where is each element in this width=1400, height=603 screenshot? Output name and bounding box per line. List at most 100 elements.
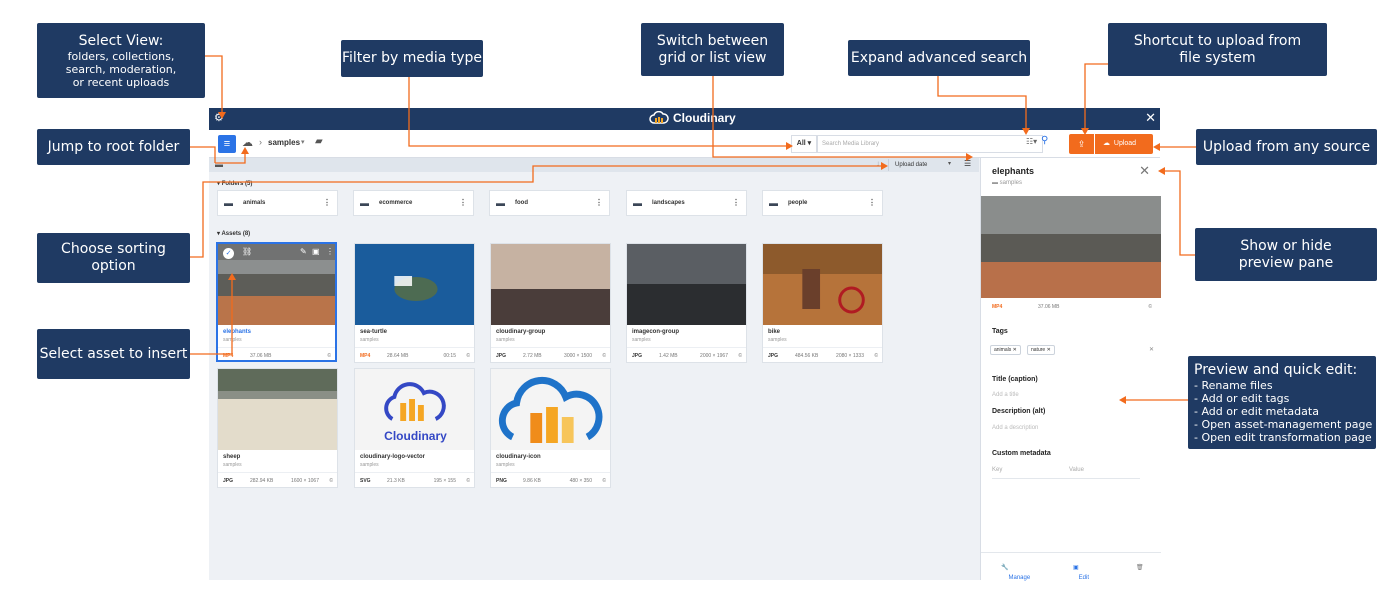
wrench-icon[interactable]: ✎ bbox=[300, 247, 307, 256]
asset-meta: JPG 1.42 MB 2000 × 1967 © bbox=[627, 347, 746, 362]
close-icon[interactable]: ✕ bbox=[1145, 110, 1156, 126]
folder-card[interactable]: ▬ ecommerce ⋮ bbox=[353, 190, 474, 216]
copy-icon[interactable]: © bbox=[874, 353, 878, 359]
upload-icon: ⇪ bbox=[1077, 139, 1086, 149]
folder-name: landscapes bbox=[652, 200, 685, 206]
asset-card-elephants[interactable]: ✓ ⛓ ✎ ▣ ⋮ elephants samples MP4 37.06 MB… bbox=[216, 242, 337, 362]
asset-dimensions: 480 × 350 bbox=[569, 478, 592, 484]
edit-button[interactable]: ▣ Edit bbox=[1073, 564, 1089, 581]
asset-format: SVG bbox=[360, 478, 371, 484]
media-type-filter[interactable]: All ▾ bbox=[791, 135, 817, 153]
folder-card[interactable]: ▬ food ⋮ bbox=[489, 190, 610, 216]
asset-card-bike[interactable]: bike samples JPG 484.56 KB 2080 × 1333 © bbox=[762, 243, 883, 363]
elephants-thumbnail bbox=[218, 244, 335, 325]
folder-card[interactable]: ▬ people ⋮ bbox=[762, 190, 883, 216]
callout-preview-pane: Show or hide preview pane bbox=[1195, 228, 1377, 281]
title-input[interactable]: Add a title bbox=[992, 392, 1019, 398]
filter-icon[interactable]: ☷▾ bbox=[1026, 137, 1037, 146]
asset-card-cloudinary-logo-vector[interactable]: Cloudinary cloudinary-logo-vector sample… bbox=[354, 368, 475, 488]
asset-card-sea-turtle[interactable]: sea-turtle samples MP4 28.64 MB 00:15 © bbox=[354, 243, 475, 363]
select-view-button[interactable]: ≡ bbox=[218, 135, 236, 153]
asset-name[interactable]: bike bbox=[768, 329, 780, 335]
manage-button[interactable]: 🔧 Manage bbox=[1001, 564, 1030, 581]
metadata-key-input[interactable]: Key bbox=[992, 467, 1002, 473]
callout-title: Preview and quick edit: bbox=[1194, 361, 1358, 378]
asset-card-cloudinary-icon[interactable]: cloudinary-icon samples PNG 9.86 KB 480 … bbox=[490, 368, 611, 488]
metadata-value-input[interactable]: Value bbox=[1069, 467, 1084, 473]
more-icon[interactable]: ⋮ bbox=[323, 198, 331, 207]
folders-header[interactable]: ▾ Folders (5) bbox=[217, 180, 252, 187]
cloud-icon[interactable]: ☁ bbox=[242, 136, 253, 149]
copy-icon[interactable]: © bbox=[1148, 304, 1152, 310]
preview-title[interactable]: elephants bbox=[992, 166, 1034, 176]
callout-text: Select asset to insert bbox=[39, 345, 188, 362]
asset-name[interactable]: sheep bbox=[223, 454, 240, 460]
sort-direction-icon[interactable]: ↓ bbox=[876, 159, 880, 168]
folder-icon[interactable]: ▬ bbox=[215, 160, 223, 169]
tag-chip[interactable]: nature ✕ bbox=[1027, 345, 1055, 355]
copy-icon[interactable]: © bbox=[466, 353, 470, 359]
folder-card[interactable]: ▬ landscapes ⋮ bbox=[626, 190, 747, 216]
cloudinary-icon-thumbnail bbox=[491, 369, 610, 450]
copy-icon[interactable]: © bbox=[602, 353, 606, 359]
asset-name[interactable]: sea-turtle bbox=[360, 329, 387, 335]
search-icon[interactable]: ⚲ bbox=[1041, 135, 1048, 146]
custom-metadata-label: Custom metadata bbox=[992, 450, 1051, 457]
chevron-down-icon[interactable]: ▾ bbox=[301, 138, 305, 146]
asset-name[interactable]: imagecon-group bbox=[632, 329, 679, 335]
callout-select-asset: Select asset to insert bbox=[37, 329, 190, 379]
more-icon[interactable]: ⋮ bbox=[732, 198, 740, 207]
asset-name[interactable]: elephants bbox=[223, 329, 251, 335]
upload-from-file-button[interactable]: ⇪ bbox=[1069, 134, 1094, 154]
description-input[interactable]: Add a description bbox=[992, 425, 1038, 431]
folder-name: ecommerce bbox=[379, 200, 413, 206]
asset-size: 484.56 KB bbox=[795, 353, 819, 359]
asset-meta: JPG 282.94 KB 1600 × 1067 © bbox=[218, 472, 337, 487]
search-input[interactable]: Search Media Library bbox=[817, 135, 1043, 153]
folder-plus-icon[interactable]: ▰ bbox=[315, 136, 323, 147]
callout-line: folders, collections, bbox=[67, 49, 175, 63]
folder-icon: ▬ bbox=[769, 198, 778, 208]
asset-card-sheep[interactable]: sheep samples JPG 282.94 KB 1600 × 1067 … bbox=[217, 368, 338, 488]
grid-list-toggle-icon[interactable]: ☰ bbox=[964, 159, 971, 168]
callout-select-view: Select View: folders, collections, searc… bbox=[37, 23, 205, 98]
more-icon[interactable]: ⋮ bbox=[326, 247, 334, 256]
close-icon[interactable]: ✕ bbox=[1139, 163, 1150, 179]
callout-text: Filter by media type bbox=[341, 50, 483, 66]
copy-icon[interactable]: © bbox=[327, 353, 331, 359]
crop-icon[interactable]: ▣ bbox=[312, 247, 320, 256]
asset-size: 37.06 MB bbox=[250, 353, 272, 359]
check-icon[interactable]: ✓ bbox=[223, 248, 234, 259]
copy-icon[interactable]: © bbox=[602, 478, 606, 484]
copy-icon[interactable]: © bbox=[466, 478, 470, 484]
more-icon[interactable]: ⋮ bbox=[868, 198, 876, 207]
folder-name: food bbox=[515, 200, 528, 206]
asset-format: PNG bbox=[496, 478, 507, 484]
gear-icon[interactable]: ⚙ bbox=[214, 111, 224, 124]
cloudinary-group-thumbnail bbox=[491, 244, 610, 325]
copy-icon[interactable]: © bbox=[738, 353, 742, 359]
chevron-down-icon[interactable]: ▾ bbox=[948, 160, 951, 167]
asset-name[interactable]: cloudinary-icon bbox=[496, 454, 541, 460]
sea-turtle-thumbnail bbox=[355, 244, 474, 325]
folder-card[interactable]: ▬ animals ⋮ bbox=[217, 190, 338, 216]
breadcrumb[interactable]: samples bbox=[268, 138, 300, 147]
link-icon[interactable]: ⛓ bbox=[242, 247, 252, 256]
asset-card-cloudinary-group[interactable]: cloudinary-group samples JPG 2.72 MB 300… bbox=[490, 243, 611, 363]
upload-button[interactable]: ☁ Upload bbox=[1095, 134, 1153, 154]
sheep-thumbnail bbox=[218, 369, 337, 450]
callout-line: - Add or edit tags bbox=[1194, 391, 1290, 405]
more-icon[interactable]: ⋮ bbox=[595, 198, 603, 207]
assets-header[interactable]: ▾ Assets (8) bbox=[217, 230, 250, 237]
copy-icon[interactable]: © bbox=[329, 478, 333, 484]
arrow-preview-pane bbox=[1165, 170, 1195, 256]
asset-name[interactable]: cloudinary-logo-vector bbox=[360, 454, 425, 460]
more-icon[interactable]: ⋮ bbox=[459, 198, 467, 207]
tag-chip[interactable]: animals ✕ bbox=[990, 345, 1021, 355]
asset-card-imagecon-group[interactable]: imagecon-group samples JPG 1.42 MB 2000 … bbox=[626, 243, 747, 363]
asset-name[interactable]: cloudinary-group bbox=[496, 329, 545, 335]
clear-tags-icon[interactable]: ✕ bbox=[1149, 346, 1154, 353]
asset-folder: samples bbox=[223, 462, 242, 468]
trash-icon[interactable]: 🗑 bbox=[1136, 564, 1144, 571]
callout-text: Jump to root folder bbox=[47, 138, 180, 155]
